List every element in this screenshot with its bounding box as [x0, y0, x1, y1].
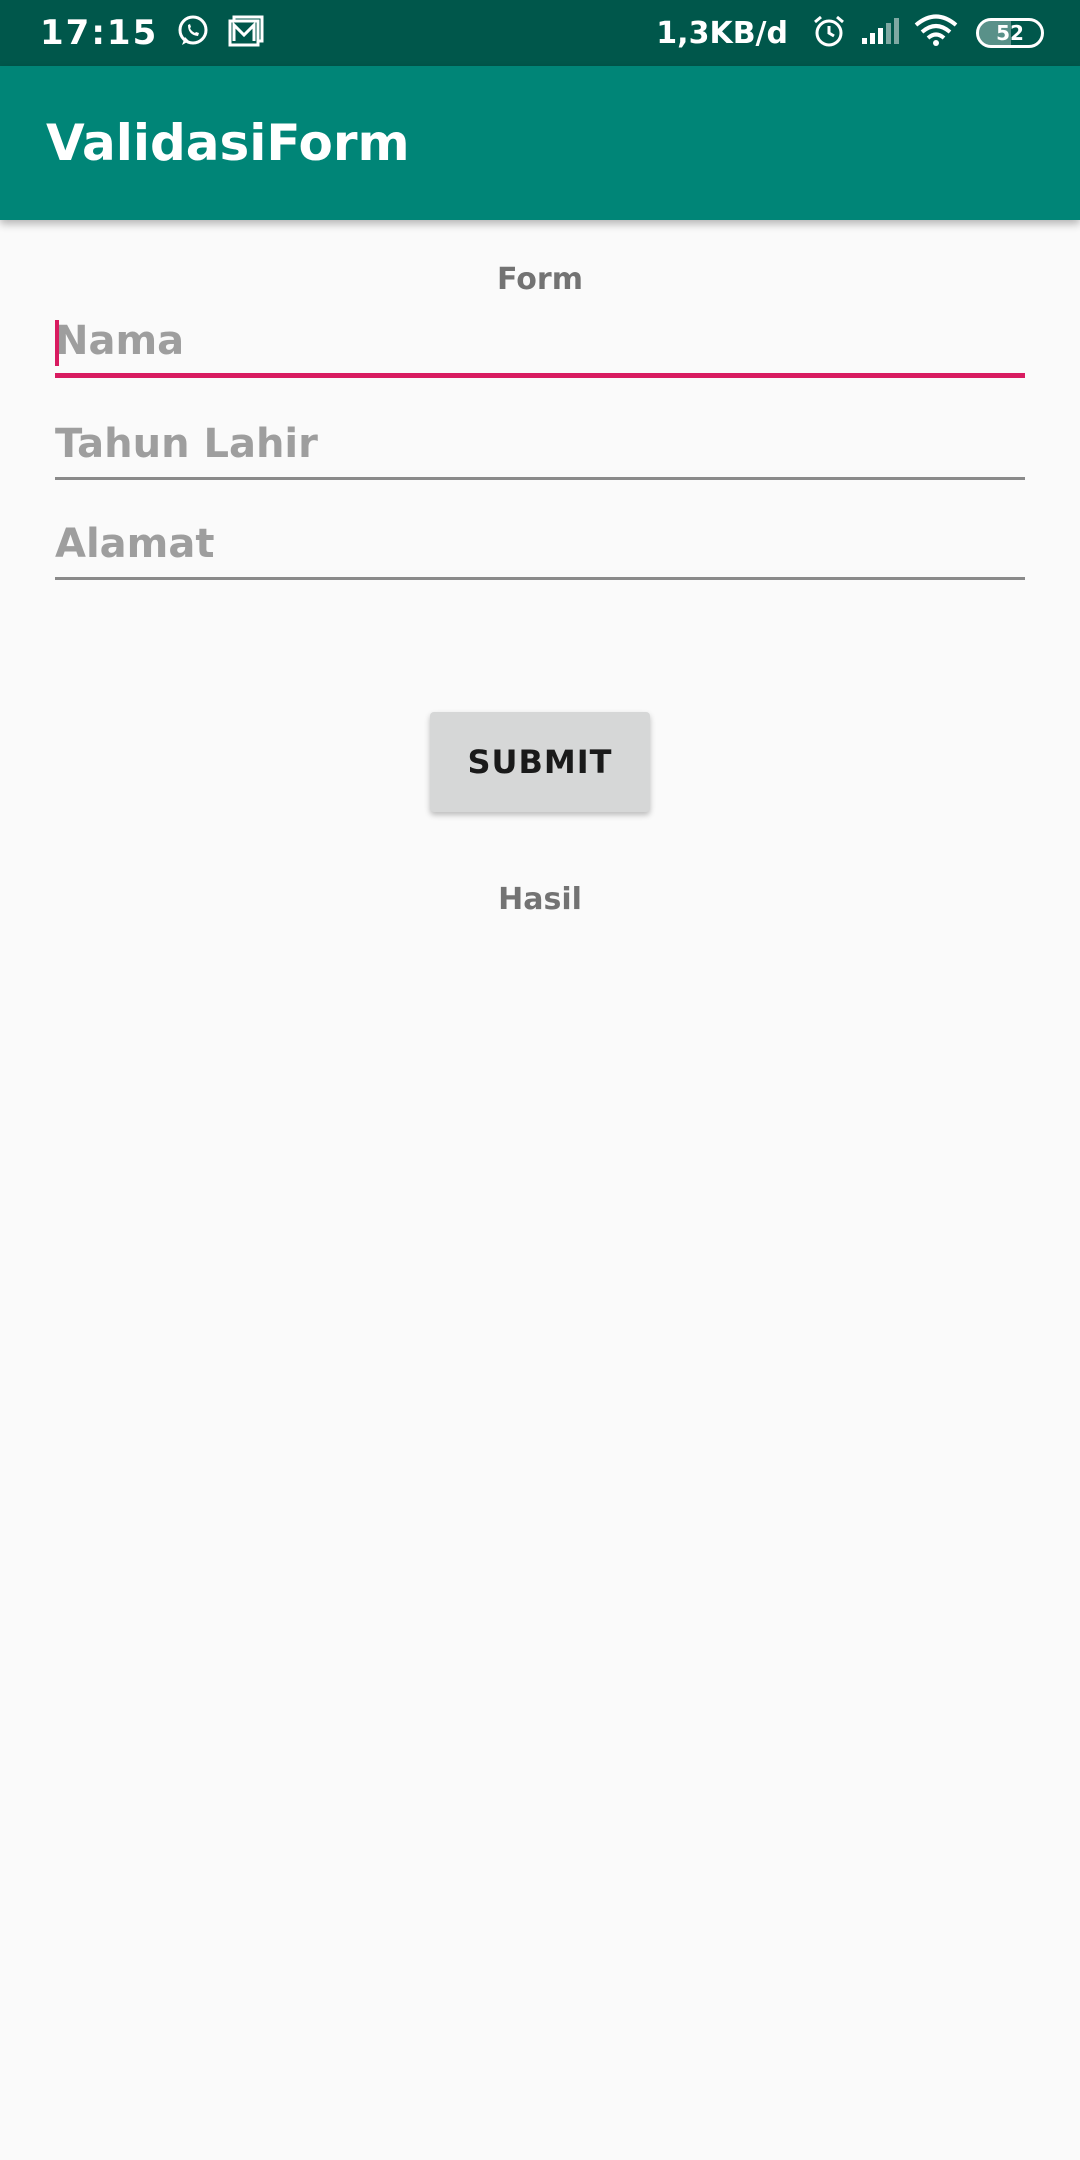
status-bar-right: 1,3KB/d 52: [656, 14, 1044, 52]
submit-button[interactable]: SUBMIT: [430, 712, 650, 812]
signal-icon: [860, 16, 900, 50]
status-time: 17:15: [40, 13, 159, 53]
battery-icon: 52: [976, 18, 1044, 48]
status-bar-left: 17:15: [40, 13, 264, 53]
tahun-lahir-input[interactable]: [55, 410, 1025, 477]
gallery-icon: [228, 15, 264, 51]
network-speed: 1,3KB/d: [656, 15, 788, 51]
alamat-input[interactable]: [55, 510, 1025, 577]
alamat-field[interactable]: [55, 510, 1025, 580]
battery-level: 52: [996, 21, 1024, 45]
nama-input[interactable]: [55, 308, 1025, 373]
text-cursor: [55, 320, 59, 366]
form-heading: Form: [497, 262, 583, 297]
nama-field[interactable]: [55, 308, 1025, 378]
alarm-icon: [812, 14, 846, 52]
wifi-icon: [914, 14, 958, 52]
tahun-lahir-field[interactable]: [55, 410, 1025, 480]
app-bar: ValidasiForm: [0, 66, 1080, 220]
status-bar: 17:15 1,3KB/d 52: [0, 0, 1080, 66]
whatsapp-icon: [176, 14, 210, 52]
app-title: ValidasiForm: [46, 114, 410, 172]
result-label: Hasil: [498, 882, 582, 917]
